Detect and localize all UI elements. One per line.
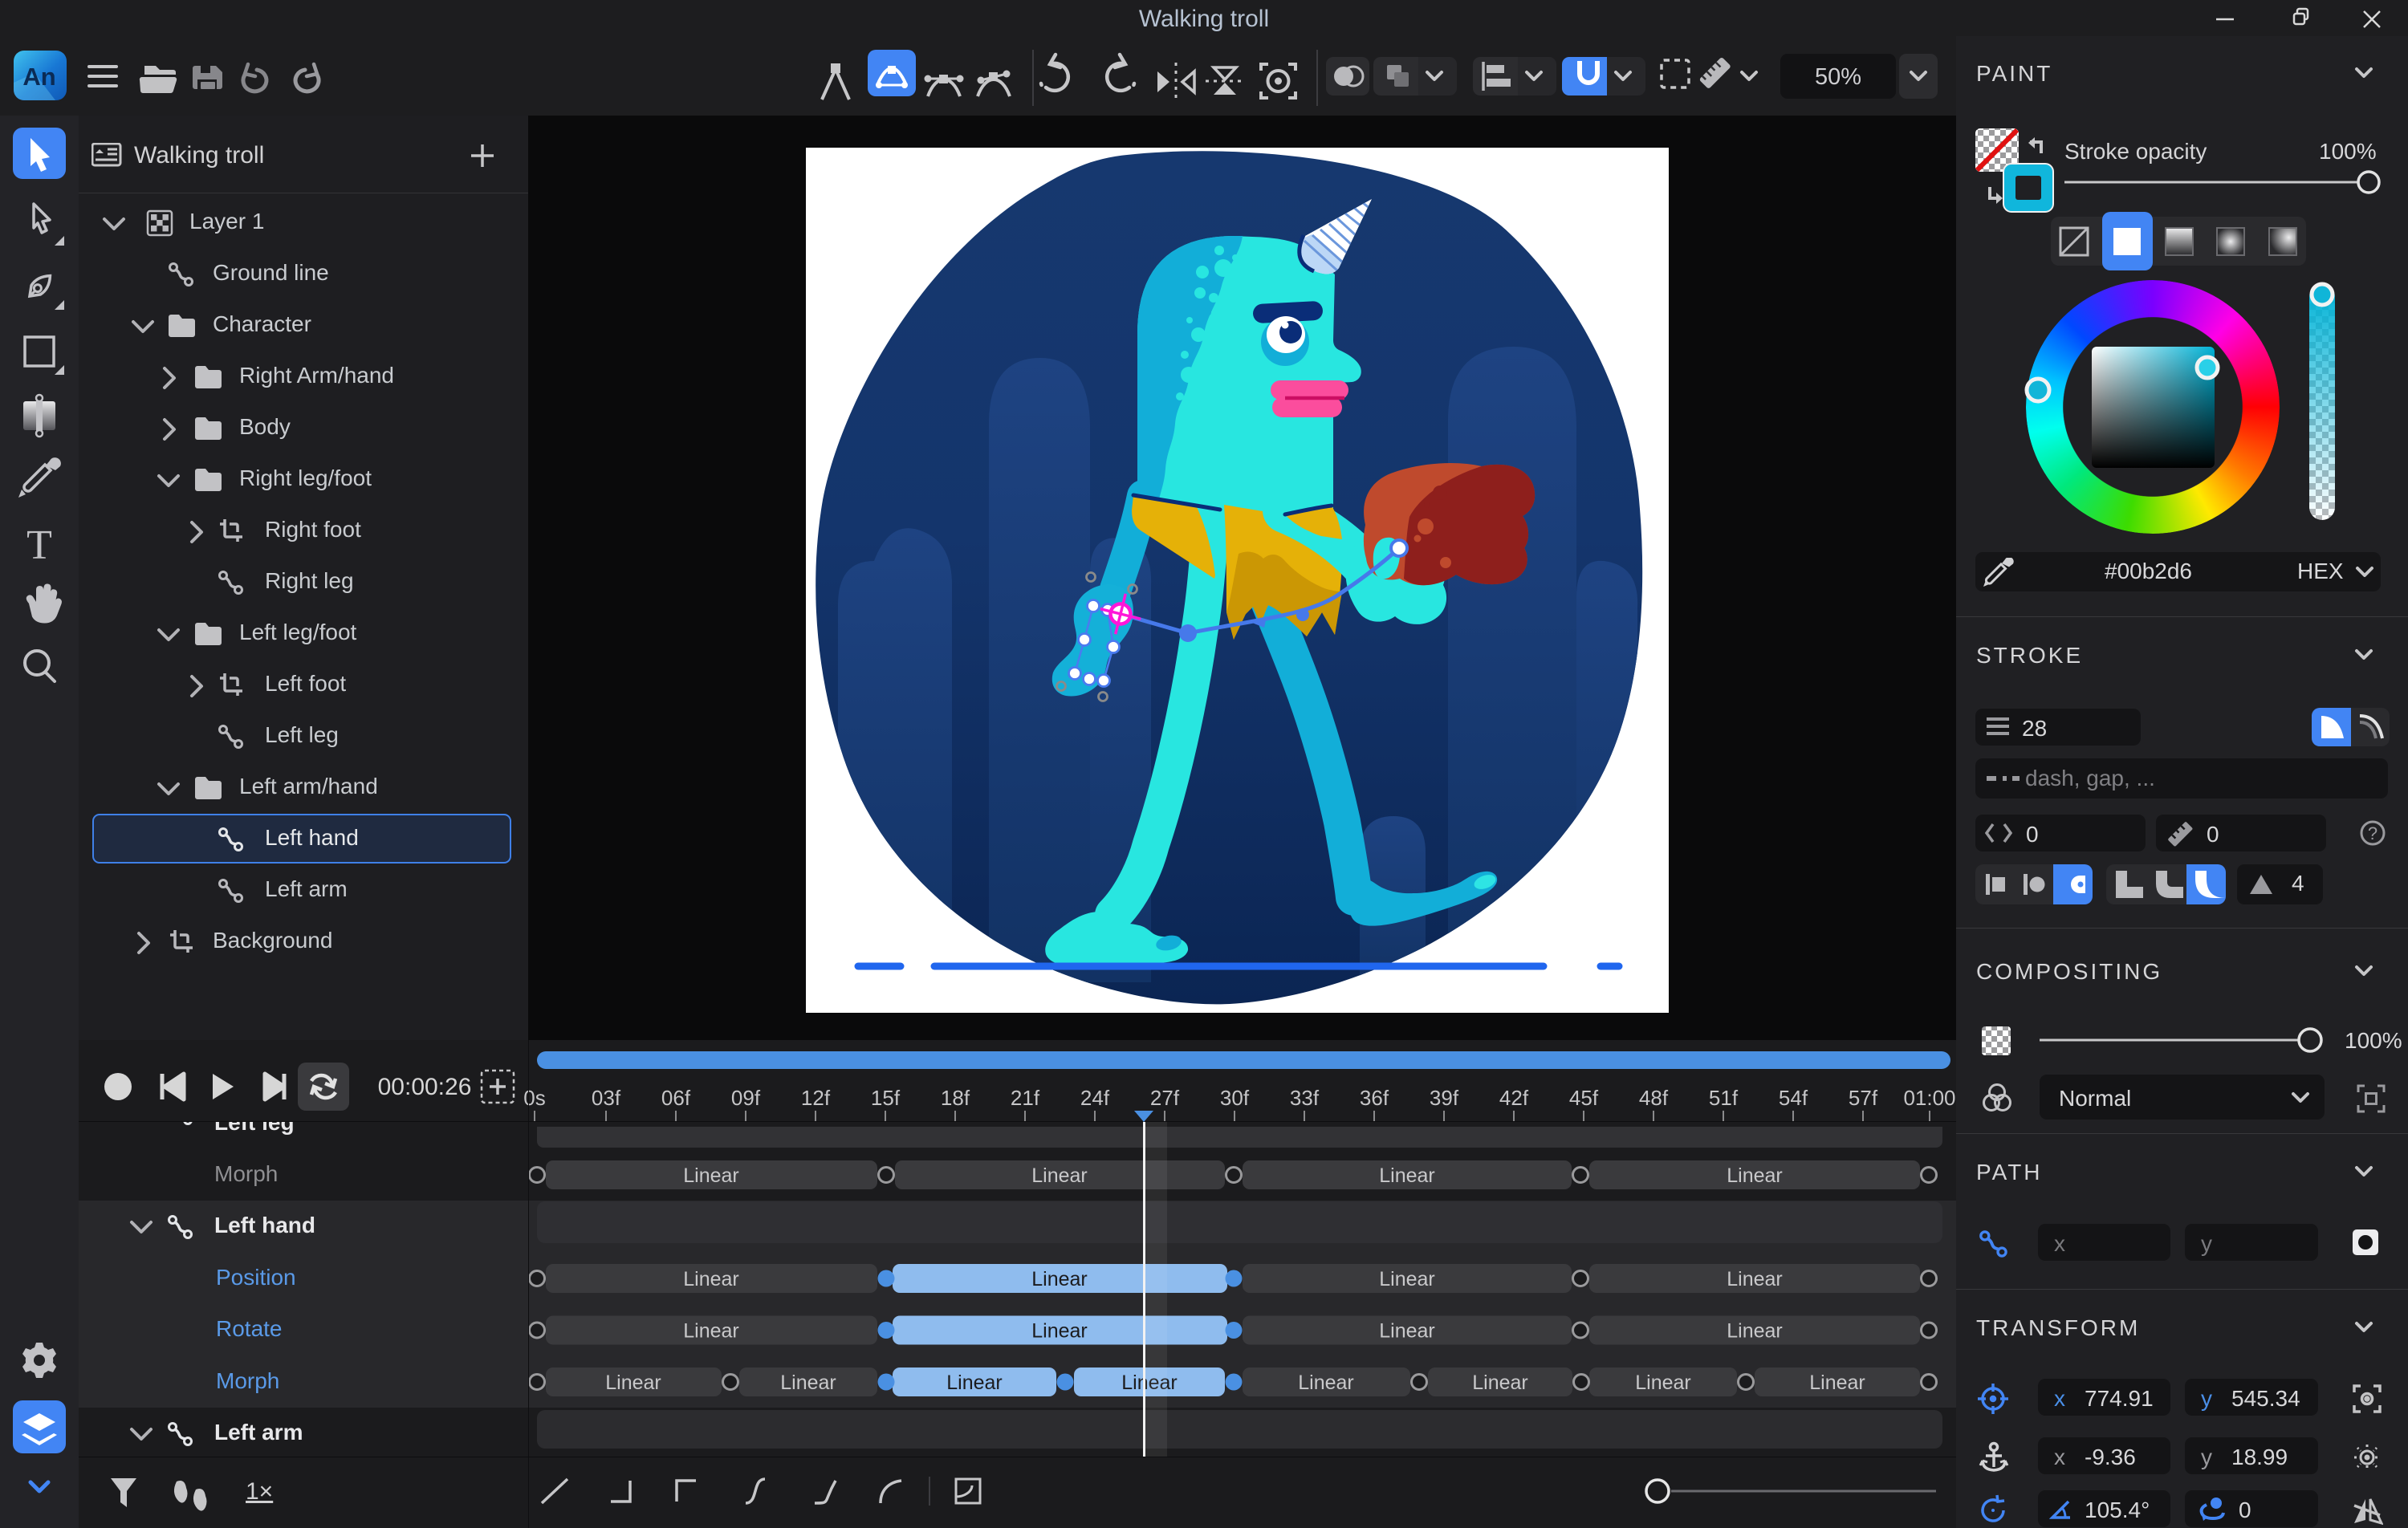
- svg-text:Linear: Linear: [1635, 1372, 1691, 1394]
- svg-text:Linear: Linear: [1031, 1164, 1088, 1187]
- svg-text:0s: 0s: [523, 1086, 545, 1110]
- svg-text:51f: 51f: [1709, 1086, 1739, 1110]
- svg-text:Linear: Linear: [1298, 1372, 1354, 1394]
- svg-text:Linear: Linear: [780, 1372, 836, 1394]
- svg-text:12f: 12f: [801, 1086, 831, 1110]
- svg-text:1×: 1×: [246, 1478, 273, 1505]
- svg-text:30f: 30f: [1220, 1086, 1250, 1110]
- svg-text:00:00:26: 00:00:26: [378, 1074, 472, 1100]
- svg-text:Linear: Linear: [1809, 1372, 1865, 1394]
- svg-text:36f: 36f: [1360, 1086, 1389, 1110]
- svg-text:Linear: Linear: [1379, 1320, 1435, 1343]
- svg-text:T: T: [26, 522, 52, 568]
- svg-text:01:00: 01:00: [1903, 1086, 1955, 1110]
- svg-text:Linear: Linear: [1727, 1164, 1783, 1187]
- svg-text:42f: 42f: [1499, 1086, 1529, 1110]
- svg-text:48f: 48f: [1639, 1086, 1669, 1110]
- svg-text:Linear: Linear: [1727, 1268, 1783, 1290]
- svg-text:18f: 18f: [941, 1086, 970, 1110]
- svg-text:09f: 09f: [731, 1086, 761, 1110]
- svg-text:45f: 45f: [1569, 1086, 1599, 1110]
- svg-text:24f: 24f: [1080, 1086, 1110, 1110]
- svg-text:03f: 03f: [592, 1086, 621, 1110]
- svg-text:50%: 50%: [1815, 64, 1861, 90]
- svg-text:Linear: Linear: [1031, 1268, 1088, 1290]
- svg-text:06f: 06f: [661, 1086, 691, 1110]
- svg-text:Linear: Linear: [605, 1372, 661, 1394]
- svg-text:Linear: Linear: [1379, 1268, 1435, 1290]
- svg-text:Linear: Linear: [1727, 1320, 1783, 1343]
- svg-text:Linear: Linear: [683, 1320, 739, 1343]
- svg-text:An: An: [22, 63, 55, 91]
- svg-text:Linear: Linear: [1472, 1372, 1528, 1394]
- svg-text:57f: 57f: [1849, 1086, 1878, 1110]
- svg-text:Linear: Linear: [683, 1268, 739, 1290]
- svg-text:Linear: Linear: [1031, 1320, 1088, 1343]
- svg-text:27f: 27f: [1150, 1086, 1180, 1110]
- svg-text:21f: 21f: [1011, 1086, 1040, 1110]
- svg-text:54f: 54f: [1779, 1086, 1808, 1110]
- svg-text:Linear: Linear: [1379, 1164, 1435, 1187]
- svg-text:Linear: Linear: [683, 1164, 739, 1187]
- svg-text:15f: 15f: [871, 1086, 901, 1110]
- svg-text:Linear: Linear: [946, 1372, 1003, 1394]
- svg-text:33f: 33f: [1290, 1086, 1320, 1110]
- svg-text:39f: 39f: [1430, 1086, 1459, 1110]
- svg-text:?: ?: [2368, 823, 2377, 843]
